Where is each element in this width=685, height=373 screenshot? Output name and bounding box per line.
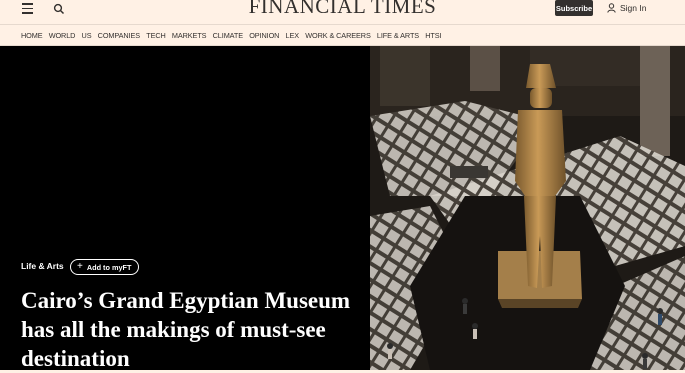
plus-icon: + — [77, 261, 83, 272]
nav-work-careers[interactable]: WORK & CAREERS — [305, 31, 371, 40]
sign-in-label: Sign In — [620, 3, 647, 13]
menu-icon-bar — [22, 7, 33, 10]
nav-markets[interactable]: MARKETS — [172, 31, 207, 40]
nav-home[interactable]: HOME — [21, 31, 43, 40]
site-header: FINANCIAL TIMES Subscribe Sign In — [0, 0, 685, 24]
menu-icon — [22, 3, 33, 5]
nav-lex[interactable]: LEX — [286, 31, 300, 40]
add-to-myft-label: Add to myFT — [86, 262, 132, 272]
nav-opinion[interactable]: OPINION — [249, 31, 279, 40]
nav-climate[interactable]: CLIMATE — [213, 31, 243, 40]
search-button[interactable] — [48, 0, 70, 18]
user-icon — [607, 3, 616, 13]
menu-icon-bar — [22, 12, 33, 14]
museum-photo — [370, 46, 685, 370]
subscribe-button[interactable]: Subscribe — [555, 0, 593, 16]
nav-htsi[interactable]: HTSI — [425, 31, 441, 40]
nav-life-arts[interactable]: LIFE & ARTS — [377, 31, 419, 40]
nav-tech[interactable]: TECH — [146, 31, 166, 40]
hero-image[interactable] — [370, 46, 685, 370]
add-to-myft-button[interactable]: + Add to myFT — [70, 259, 140, 275]
main-navigation: HOME WORLD US COMPANIES TECH MARKETS CLI… — [0, 24, 685, 46]
nav-us[interactable]: US — [82, 31, 92, 40]
sign-in-link[interactable]: Sign In — [607, 0, 646, 16]
nav-world[interactable]: WORLD — [49, 31, 76, 40]
hero-text-panel: Life & Arts + Add to myFT Cairo’s Grand … — [0, 46, 370, 373]
article-headline[interactable]: Cairo’s Grand Egyptian Museum has all th… — [21, 286, 361, 373]
topic-link[interactable]: Life & Arts — [21, 261, 64, 271]
search-icon — [53, 3, 65, 15]
menu-button[interactable] — [17, 0, 39, 18]
nav-companies[interactable]: COMPANIES — [98, 31, 140, 40]
